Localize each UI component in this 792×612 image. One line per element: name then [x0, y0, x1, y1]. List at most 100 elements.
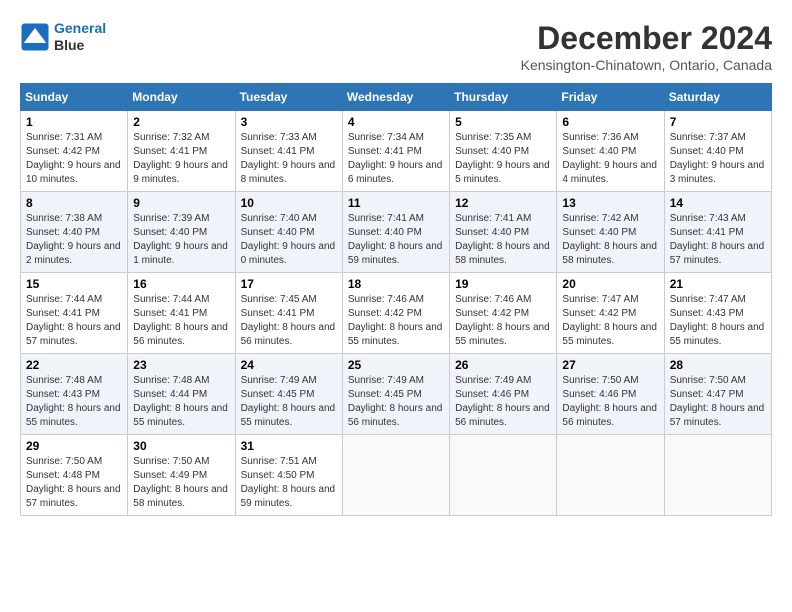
calendar-cell: [664, 435, 771, 516]
day-info: Sunrise: 7:51 AMSunset: 4:50 PMDaylight:…: [241, 455, 337, 511]
day-number: 10: [241, 196, 337, 210]
calendar-cell: 3 Sunrise: 7:33 AMSunset: 4:41 PMDayligh…: [235, 111, 342, 192]
calendar-cell: 30 Sunrise: 7:50 AMSunset: 4:49 PMDaylig…: [128, 435, 235, 516]
weekday-header-friday: Friday: [557, 84, 664, 111]
weekday-header-sunday: Sunday: [21, 84, 128, 111]
calendar-cell: 10 Sunrise: 7:40 AMSunset: 4:40 PMDaylig…: [235, 192, 342, 273]
calendar-cell: 1 Sunrise: 7:31 AMSunset: 4:42 PMDayligh…: [21, 111, 128, 192]
day-number: 4: [348, 115, 444, 129]
day-number: 2: [133, 115, 229, 129]
calendar-cell: 2 Sunrise: 7:32 AMSunset: 4:41 PMDayligh…: [128, 111, 235, 192]
calendar-cell: 13 Sunrise: 7:42 AMSunset: 4:40 PMDaylig…: [557, 192, 664, 273]
calendar-cell: 23 Sunrise: 7:48 AMSunset: 4:44 PMDaylig…: [128, 354, 235, 435]
day-number: 28: [670, 358, 766, 372]
day-info: Sunrise: 7:50 AMSunset: 4:46 PMDaylight:…: [562, 374, 658, 430]
calendar-cell: 4 Sunrise: 7:34 AMSunset: 4:41 PMDayligh…: [342, 111, 449, 192]
location-title: Kensington-Chinatown, Ontario, Canada: [521, 57, 772, 73]
day-number: 19: [455, 277, 551, 291]
day-info: Sunrise: 7:36 AMSunset: 4:40 PMDaylight:…: [562, 131, 658, 187]
day-number: 9: [133, 196, 229, 210]
calendar-cell: 9 Sunrise: 7:39 AMSunset: 4:40 PMDayligh…: [128, 192, 235, 273]
day-info: Sunrise: 7:39 AMSunset: 4:40 PMDaylight:…: [133, 212, 229, 268]
day-info: Sunrise: 7:32 AMSunset: 4:41 PMDaylight:…: [133, 131, 229, 187]
logo-line1: General: [54, 20, 106, 36]
day-number: 24: [241, 358, 337, 372]
calendar-cell: 22 Sunrise: 7:48 AMSunset: 4:43 PMDaylig…: [21, 354, 128, 435]
day-info: Sunrise: 7:50 AMSunset: 4:49 PMDaylight:…: [133, 455, 229, 511]
weekday-header-monday: Monday: [128, 84, 235, 111]
day-info: Sunrise: 7:44 AMSunset: 4:41 PMDaylight:…: [26, 293, 122, 349]
day-info: Sunrise: 7:50 AMSunset: 4:48 PMDaylight:…: [26, 455, 122, 511]
day-info: Sunrise: 7:41 AMSunset: 4:40 PMDaylight:…: [455, 212, 551, 268]
day-info: Sunrise: 7:38 AMSunset: 4:40 PMDaylight:…: [26, 212, 122, 268]
calendar-cell: 14 Sunrise: 7:43 AMSunset: 4:41 PMDaylig…: [664, 192, 771, 273]
day-number: 31: [241, 439, 337, 453]
calendar-week-row: 1 Sunrise: 7:31 AMSunset: 4:42 PMDayligh…: [21, 111, 772, 192]
calendar-cell: 16 Sunrise: 7:44 AMSunset: 4:41 PMDaylig…: [128, 273, 235, 354]
day-info: Sunrise: 7:49 AMSunset: 4:45 PMDaylight:…: [348, 374, 444, 430]
calendar-cell: 6 Sunrise: 7:36 AMSunset: 4:40 PMDayligh…: [557, 111, 664, 192]
day-info: Sunrise: 7:49 AMSunset: 4:46 PMDaylight:…: [455, 374, 551, 430]
day-info: Sunrise: 7:44 AMSunset: 4:41 PMDaylight:…: [133, 293, 229, 349]
day-number: 29: [26, 439, 122, 453]
weekday-header-thursday: Thursday: [450, 84, 557, 111]
day-info: Sunrise: 7:47 AMSunset: 4:42 PMDaylight:…: [562, 293, 658, 349]
calendar-cell: 27 Sunrise: 7:50 AMSunset: 4:46 PMDaylig…: [557, 354, 664, 435]
weekday-header-wednesday: Wednesday: [342, 84, 449, 111]
calendar-cell: 21 Sunrise: 7:47 AMSunset: 4:43 PMDaylig…: [664, 273, 771, 354]
day-number: 1: [26, 115, 122, 129]
logo-line2: Blue: [54, 37, 106, 54]
day-info: Sunrise: 7:49 AMSunset: 4:45 PMDaylight:…: [241, 374, 337, 430]
day-info: Sunrise: 7:50 AMSunset: 4:47 PMDaylight:…: [670, 374, 766, 430]
calendar-cell: 24 Sunrise: 7:49 AMSunset: 4:45 PMDaylig…: [235, 354, 342, 435]
calendar-cell: [557, 435, 664, 516]
day-number: 13: [562, 196, 658, 210]
weekday-header-row: SundayMondayTuesdayWednesdayThursdayFrid…: [21, 84, 772, 111]
day-info: Sunrise: 7:40 AMSunset: 4:40 PMDaylight:…: [241, 212, 337, 268]
day-number: 5: [455, 115, 551, 129]
day-info: Sunrise: 7:43 AMSunset: 4:41 PMDaylight:…: [670, 212, 766, 268]
day-number: 18: [348, 277, 444, 291]
day-number: 15: [26, 277, 122, 291]
calendar-week-row: 15 Sunrise: 7:44 AMSunset: 4:41 PMDaylig…: [21, 273, 772, 354]
day-number: 6: [562, 115, 658, 129]
calendar-cell: 15 Sunrise: 7:44 AMSunset: 4:41 PMDaylig…: [21, 273, 128, 354]
logo-text: General Blue: [54, 20, 106, 54]
day-info: Sunrise: 7:48 AMSunset: 4:43 PMDaylight:…: [26, 374, 122, 430]
day-info: Sunrise: 7:46 AMSunset: 4:42 PMDaylight:…: [348, 293, 444, 349]
day-number: 7: [670, 115, 766, 129]
day-info: Sunrise: 7:41 AMSunset: 4:40 PMDaylight:…: [348, 212, 444, 268]
day-number: 3: [241, 115, 337, 129]
calendar-table: SundayMondayTuesdayWednesdayThursdayFrid…: [20, 83, 772, 516]
header: General Blue December 2024 Kensington-Ch…: [20, 20, 772, 73]
calendar-cell: 31 Sunrise: 7:51 AMSunset: 4:50 PMDaylig…: [235, 435, 342, 516]
day-info: Sunrise: 7:35 AMSunset: 4:40 PMDaylight:…: [455, 131, 551, 187]
day-info: Sunrise: 7:45 AMSunset: 4:41 PMDaylight:…: [241, 293, 337, 349]
day-info: Sunrise: 7:37 AMSunset: 4:40 PMDaylight:…: [670, 131, 766, 187]
month-title: December 2024: [521, 20, 772, 57]
calendar-cell: 19 Sunrise: 7:46 AMSunset: 4:42 PMDaylig…: [450, 273, 557, 354]
calendar-cell: 17 Sunrise: 7:45 AMSunset: 4:41 PMDaylig…: [235, 273, 342, 354]
logo-icon: [20, 22, 50, 52]
day-info: Sunrise: 7:48 AMSunset: 4:44 PMDaylight:…: [133, 374, 229, 430]
calendar-week-row: 8 Sunrise: 7:38 AMSunset: 4:40 PMDayligh…: [21, 192, 772, 273]
day-info: Sunrise: 7:42 AMSunset: 4:40 PMDaylight:…: [562, 212, 658, 268]
day-number: 21: [670, 277, 766, 291]
weekday-header-tuesday: Tuesday: [235, 84, 342, 111]
day-info: Sunrise: 7:47 AMSunset: 4:43 PMDaylight:…: [670, 293, 766, 349]
day-number: 25: [348, 358, 444, 372]
day-info: Sunrise: 7:34 AMSunset: 4:41 PMDaylight:…: [348, 131, 444, 187]
calendar-cell: 11 Sunrise: 7:41 AMSunset: 4:40 PMDaylig…: [342, 192, 449, 273]
calendar-cell: 5 Sunrise: 7:35 AMSunset: 4:40 PMDayligh…: [450, 111, 557, 192]
day-info: Sunrise: 7:31 AMSunset: 4:42 PMDaylight:…: [26, 131, 122, 187]
day-number: 22: [26, 358, 122, 372]
weekday-header-saturday: Saturday: [664, 84, 771, 111]
day-number: 8: [26, 196, 122, 210]
calendar-week-row: 29 Sunrise: 7:50 AMSunset: 4:48 PMDaylig…: [21, 435, 772, 516]
calendar-cell: 12 Sunrise: 7:41 AMSunset: 4:40 PMDaylig…: [450, 192, 557, 273]
day-number: 27: [562, 358, 658, 372]
day-number: 12: [455, 196, 551, 210]
calendar-cell: 28 Sunrise: 7:50 AMSunset: 4:47 PMDaylig…: [664, 354, 771, 435]
day-number: 20: [562, 277, 658, 291]
day-number: 11: [348, 196, 444, 210]
